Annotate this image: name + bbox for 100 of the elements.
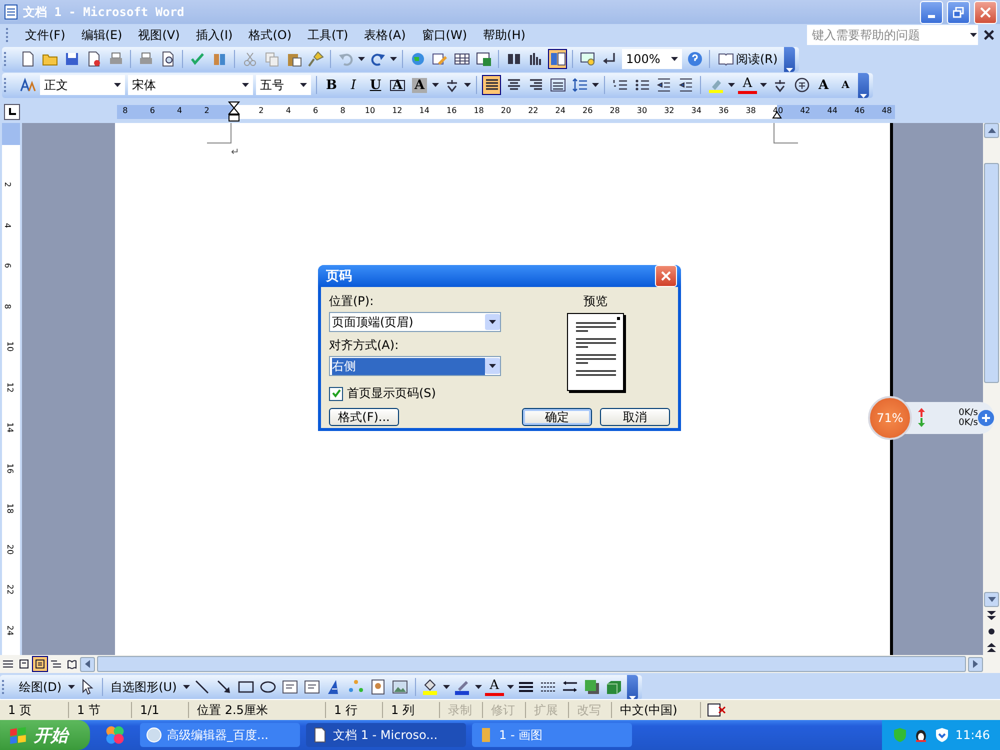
bulleted-list-icon[interactable] bbox=[634, 77, 650, 93]
font-size-field[interactable]: 五号 bbox=[256, 75, 311, 95]
taskbar-button[interactable]: 1 - 画图 bbox=[472, 723, 632, 747]
spelling-check-icon[interactable] bbox=[190, 51, 206, 67]
toolbar-options-button[interactable] bbox=[784, 46, 795, 72]
styles-icon[interactable] bbox=[20, 77, 36, 93]
spreadsheet-icon[interactable] bbox=[476, 51, 492, 67]
font-color-button[interactable]: A bbox=[484, 678, 504, 696]
dropdown-arrow-icon[interactable] bbox=[474, 685, 482, 689]
taskbar-button[interactable]: 文档 1 - Microso... bbox=[306, 723, 466, 747]
help-search-field[interactable]: 键入需要帮助的问题 bbox=[807, 25, 978, 45]
shadow-icon[interactable] bbox=[584, 679, 600, 695]
vertical-scrollbar[interactable] bbox=[983, 123, 1000, 655]
dropdown-arrow-icon[interactable] bbox=[442, 685, 450, 689]
line-spacing-icon[interactable] bbox=[572, 77, 588, 93]
3d-cube-icon[interactable] bbox=[606, 679, 622, 695]
dropdown-arrow-icon[interactable] bbox=[358, 57, 365, 61]
line-style-icon[interactable] bbox=[518, 679, 534, 695]
paste-icon[interactable] bbox=[286, 51, 302, 67]
enclosed-character-icon[interactable] bbox=[794, 77, 810, 93]
grow-font-button[interactable]: A bbox=[814, 78, 833, 92]
toolbar-options-button[interactable] bbox=[858, 72, 869, 98]
menu-item[interactable]: 编辑(E) bbox=[73, 24, 130, 46]
shrink-font-button[interactable]: A bbox=[836, 80, 855, 90]
restore-button[interactable] bbox=[947, 0, 970, 24]
double-up-arrow-icon[interactable] bbox=[987, 642, 996, 652]
dropdown-arrow-icon[interactable] bbox=[506, 685, 514, 689]
font-color-button[interactable]: A bbox=[738, 76, 757, 94]
menu-item[interactable]: 格式(O) bbox=[240, 24, 300, 46]
first-page-checkbox[interactable]: 首页显示页码(S) bbox=[329, 385, 501, 402]
italic-button[interactable]: I bbox=[344, 78, 363, 92]
double-down-arrow-icon[interactable] bbox=[987, 610, 996, 620]
return-arrow-icon[interactable] bbox=[602, 51, 618, 67]
monitor-icon[interactable] bbox=[580, 51, 596, 67]
decrease-indent-icon[interactable] bbox=[656, 77, 672, 93]
dropdown-arrow-icon[interactable] bbox=[970, 33, 977, 37]
dropdown-arrow-icon[interactable] bbox=[114, 83, 120, 87]
dropdown-arrow-icon[interactable] bbox=[390, 57, 397, 61]
bar-chart-icon[interactable] bbox=[528, 51, 544, 67]
menu-item[interactable]: 表格(A) bbox=[356, 24, 414, 46]
shade-button[interactable]: A bbox=[412, 78, 427, 92]
ok-button[interactable]: 确定 bbox=[522, 408, 592, 426]
shield-icon[interactable] bbox=[934, 727, 950, 743]
dropdown-arrow-icon[interactable] bbox=[760, 83, 767, 87]
insert-table-icon[interactable] bbox=[454, 51, 470, 67]
bold-button[interactable]: B bbox=[322, 78, 341, 92]
underline-button[interactable]: U bbox=[366, 78, 385, 92]
books-icon[interactable] bbox=[212, 51, 228, 67]
font-field[interactable]: 宋体 bbox=[128, 75, 253, 95]
line-icon[interactable] bbox=[194, 679, 210, 695]
printer-icon[interactable] bbox=[138, 51, 154, 67]
taskbar-button[interactable]: 高级编辑器_百度... bbox=[140, 723, 300, 747]
line-color-icon[interactable] bbox=[454, 679, 470, 695]
dropdown-arrow-icon[interactable] bbox=[489, 320, 496, 324]
help-icon[interactable] bbox=[686, 51, 702, 67]
picture-icon[interactable] bbox=[392, 679, 408, 695]
alignment-button[interactable] bbox=[482, 75, 501, 95]
redo-arrow-icon[interactable] bbox=[370, 51, 386, 67]
dropdown-arrow-icon[interactable] bbox=[242, 83, 248, 87]
clip-art-icon[interactable] bbox=[370, 679, 386, 695]
draw-menu[interactable]: 绘图(D) bbox=[16, 678, 65, 696]
print-preview-icon[interactable] bbox=[160, 51, 176, 67]
scroll-thumb[interactable] bbox=[984, 163, 999, 383]
dropdown-arrow-icon[interactable] bbox=[432, 83, 439, 87]
new-document-icon[interactable] bbox=[20, 51, 36, 67]
format-painter-icon[interactable] bbox=[308, 51, 324, 67]
dropdown-arrow-icon[interactable] bbox=[670, 57, 678, 61]
zoom-field[interactable]: 100% bbox=[622, 49, 682, 69]
dropdown-arrow-icon[interactable] bbox=[300, 83, 306, 87]
dropdown-arrow-icon[interactable] bbox=[182, 685, 190, 689]
scroll-right-button[interactable] bbox=[968, 656, 983, 672]
indent-marker-icon[interactable] bbox=[228, 101, 240, 123]
read-button[interactable]: 阅读(R) bbox=[715, 50, 781, 68]
alignment-dropdown[interactable]: 右侧 bbox=[329, 356, 501, 376]
menu-item[interactable]: 窗口(W) bbox=[414, 24, 476, 46]
horizontal-scrollbar[interactable] bbox=[97, 656, 966, 672]
document-map-button[interactable] bbox=[548, 49, 567, 69]
vertical-text-box-icon[interactable] bbox=[304, 679, 320, 695]
tab-stop-selector[interactable] bbox=[4, 104, 20, 120]
close-button[interactable] bbox=[655, 265, 677, 287]
rectangle-icon[interactable] bbox=[238, 679, 254, 695]
position-dropdown[interactable]: 页面顶端(页眉) bbox=[329, 312, 501, 332]
menu-item[interactable]: 视图(V) bbox=[130, 24, 188, 46]
arrow-icon[interactable] bbox=[216, 679, 232, 695]
scroll-down-button[interactable] bbox=[984, 592, 999, 607]
columns-icon[interactable] bbox=[506, 51, 522, 67]
menu-item[interactable]: 帮助(H) bbox=[475, 24, 534, 46]
fill-bucket-icon[interactable] bbox=[422, 679, 438, 695]
cancel-button[interactable]: 取消 bbox=[600, 408, 670, 426]
autoshapes-menu[interactable]: 自选图形(U) bbox=[108, 678, 180, 696]
diagram-icon[interactable] bbox=[348, 679, 364, 695]
hyperlink-globe-icon[interactable] bbox=[410, 51, 426, 67]
arrow-style-icon[interactable] bbox=[562, 679, 578, 695]
permission-icon[interactable] bbox=[86, 51, 102, 67]
minimize-button[interactable] bbox=[920, 0, 943, 24]
dropdown-arrow-icon[interactable] bbox=[68, 685, 75, 689]
text-box-icon[interactable] bbox=[282, 679, 298, 695]
dropdown-arrow-icon[interactable] bbox=[489, 364, 496, 368]
menu-item[interactable]: 工具(T) bbox=[300, 24, 356, 46]
menu-item[interactable]: 文件(F) bbox=[17, 24, 74, 46]
